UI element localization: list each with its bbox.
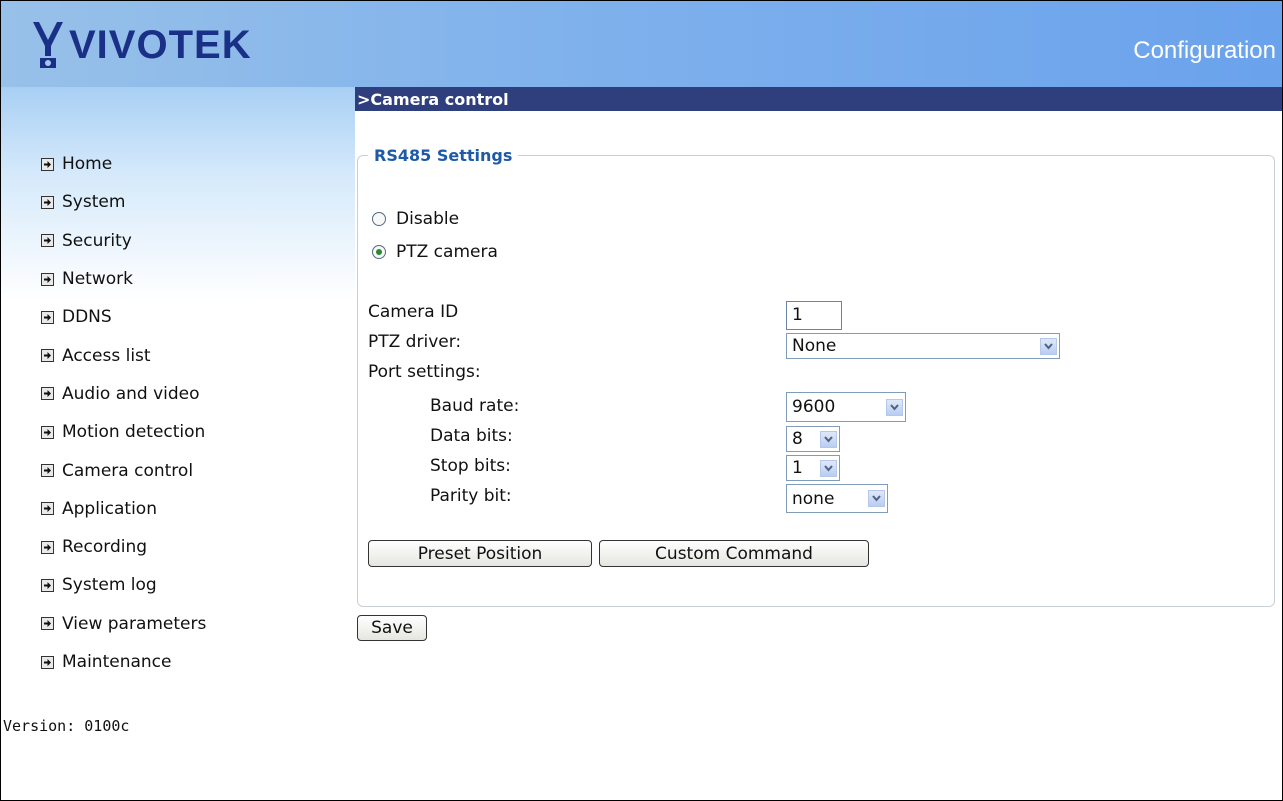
sidebar-item-view-parameters[interactable]: View parameters — [41, 605, 206, 643]
sidebar-item-application[interactable]: Application — [41, 490, 206, 528]
stop-bits-label: Stop bits: — [430, 456, 511, 476]
ptz-camera-label: PTZ camera — [396, 242, 498, 262]
baud-rate-value: 9600 — [792, 397, 836, 417]
arrow-right-icon — [41, 425, 54, 439]
ptz-camera-option[interactable]: PTZ camera — [372, 242, 498, 262]
parity-bit-label: Parity bit: — [430, 486, 512, 506]
page-title: Configuration — [1133, 37, 1276, 64]
sidebar-item-label: Camera control — [62, 460, 194, 481]
sidebar-item-access-list[interactable]: Access list — [41, 336, 206, 374]
sidebar-item-audio-and-video[interactable]: Audio and video — [41, 375, 206, 413]
sidebar-item-motion-detection[interactable]: Motion detection — [41, 413, 206, 451]
sidebar-nav: Home System Security Network DDNS Access… — [41, 145, 206, 681]
ptz-driver-label: PTZ driver: — [368, 332, 462, 352]
baud-rate-label: Baud rate: — [430, 396, 520, 416]
arrow-right-icon — [41, 617, 54, 631]
arrow-right-icon — [41, 540, 54, 554]
arrow-right-icon — [41, 502, 54, 516]
sidebar-item-label: Audio and video — [62, 383, 200, 404]
section-title-bar: >Camera control — [355, 87, 1282, 111]
arrow-right-icon — [41, 234, 54, 248]
chevron-down-icon — [868, 490, 885, 507]
page-frame: VIVOTEK Configuration Home System Securi… — [0, 0, 1283, 801]
sidebar-item-label: Home — [62, 154, 113, 175]
ptz-driver-value: None — [792, 336, 837, 356]
port-settings-label: Port settings: — [368, 362, 481, 382]
vivotek-logo: VIVOTEK — [31, 15, 252, 75]
arrow-right-icon — [41, 349, 54, 363]
disable-radio[interactable] — [372, 212, 386, 226]
arrow-right-icon — [41, 464, 54, 478]
sidebar-item-system-log[interactable]: System log — [41, 566, 206, 604]
sidebar-item-label: Access list — [62, 345, 151, 366]
camera-id-input[interactable]: 1 — [786, 301, 842, 330]
arrow-right-icon — [41, 310, 54, 324]
stop-bits-select[interactable]: 1 — [786, 455, 840, 481]
sidebar-item-network[interactable]: Network — [41, 260, 206, 298]
data-bits-value: 8 — [792, 429, 803, 449]
camera-id-label: Camera ID — [368, 302, 459, 322]
disable-option[interactable]: Disable — [372, 209, 459, 229]
sidebar-item-label: DDNS — [62, 307, 112, 328]
sidebar-item-label: Maintenance — [62, 652, 172, 672]
header-banner: VIVOTEK Configuration — [1, 1, 1282, 87]
chevron-down-icon — [1040, 337, 1057, 355]
parity-bit-value: none — [792, 488, 835, 509]
arrow-right-icon — [41, 655, 54, 669]
sidebar-item-label: Application — [62, 498, 157, 519]
chevron-down-icon — [820, 459, 837, 477]
data-bits-select[interactable]: 8 — [786, 426, 840, 452]
arrow-right-icon — [41, 272, 54, 286]
rs485-settings-group: RS485 Settings Disable PTZ camera Camera… — [357, 146, 1275, 607]
chevron-down-icon — [886, 398, 903, 416]
disable-label: Disable — [396, 209, 460, 229]
parity-bit-select[interactable]: none — [786, 484, 888, 513]
stop-bits-value: 1 — [792, 458, 803, 478]
arrow-right-icon — [41, 157, 54, 171]
ptz-camera-radio[interactable] — [372, 245, 386, 259]
sidebar-item-home[interactable]: Home — [41, 145, 206, 183]
baud-rate-select[interactable]: 9600 — [786, 392, 906, 422]
camera-logo-icon — [33, 22, 63, 68]
sidebar-item-label: System — [62, 192, 126, 213]
arrow-right-icon — [41, 387, 54, 401]
data-bits-label: Data bits: — [430, 426, 513, 446]
custom-command-button[interactable]: Custom Command — [599, 540, 869, 567]
sidebar-item-maintenance[interactable]: Maintenance — [41, 643, 206, 681]
sidebar-item-system[interactable]: System — [41, 183, 206, 221]
sidebar-item-label: Recording — [62, 537, 148, 558]
chevron-down-icon — [820, 430, 837, 448]
arrow-right-icon — [41, 578, 54, 592]
rs485-legend: RS485 Settings — [368, 146, 519, 165]
sidebar-item-recording[interactable]: Recording — [41, 528, 206, 566]
sidebar-item-label: System log — [62, 575, 157, 596]
sidebar-item-label: Security — [62, 230, 132, 251]
sidebar-item-label: View parameters — [62, 613, 207, 634]
version-text: Version: 0100c — [3, 717, 130, 735]
sidebar: Home System Security Network DDNS Access… — [1, 87, 355, 800]
sidebar-item-security[interactable]: Security — [41, 222, 206, 260]
sidebar-item-camera-control[interactable]: Camera control — [41, 451, 206, 489]
logo-text: VIVOTEK — [69, 22, 252, 67]
arrow-right-icon — [41, 195, 54, 209]
sidebar-item-ddns[interactable]: DDNS — [41, 298, 206, 336]
ptz-driver-select[interactable]: None — [786, 333, 1060, 359]
sidebar-item-label: Network — [62, 269, 133, 290]
preset-position-button[interactable]: Preset Position — [368, 540, 592, 567]
save-button[interactable]: Save — [357, 615, 427, 641]
sidebar-item-label: Motion detection — [62, 422, 206, 443]
